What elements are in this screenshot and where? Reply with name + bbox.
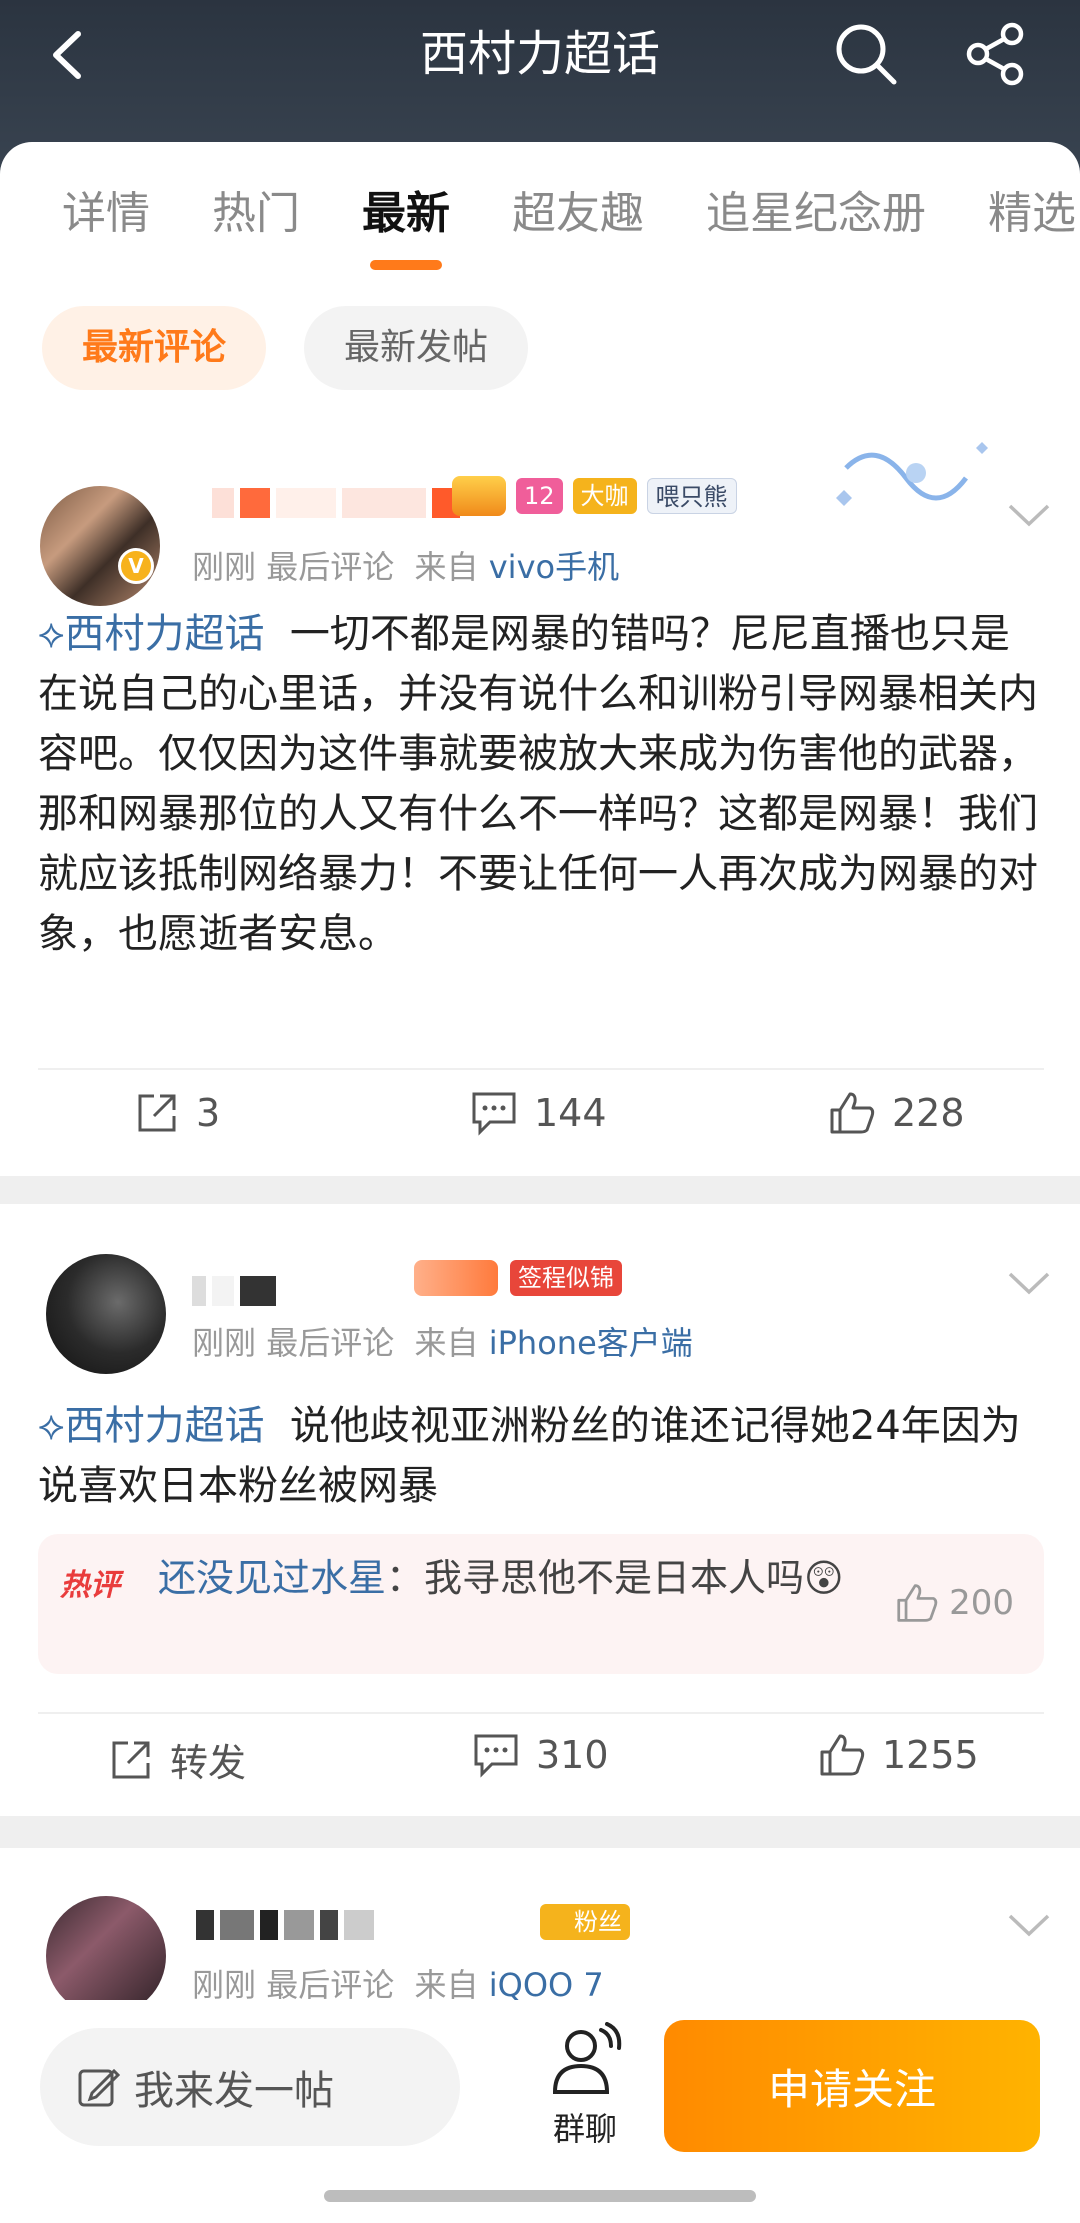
tab-album[interactable]: 追星纪念册 (706, 184, 926, 244)
tab-hot[interactable]: 热门 (212, 184, 300, 244)
tab-bar: 详情 热门 最新 超友趣 追星纪念册 精选 (62, 184, 1080, 244)
comment-icon (472, 1092, 516, 1136)
repost-label: 转发 (170, 1741, 247, 1785)
hot-comment-user[interactable]: 还没见过水星 (158, 1556, 386, 1600)
subtab-bar: 最新评论 最新发帖 (42, 306, 566, 390)
post-content: ⟡西村力超话 说他歧视亚洲粉丝的谁还记得她24年因为说喜欢日本粉丝被网暴 (38, 1396, 1048, 1516)
post-card[interactable]: 粉丝 刚刚 最后评论 来自 iQOO 7 (0, 1848, 1080, 2000)
page-title: 西村力超话 (419, 26, 660, 82)
source-label: vivo手机 (488, 548, 620, 586)
tab-details[interactable]: 详情 (62, 184, 150, 244)
edit-icon (78, 2068, 120, 2107)
post-content: ⟡西村力超话 一切不都是网暴的错吗？尼尼直播也只是在说自己的心里话，并没有说什么… (38, 604, 1048, 964)
like-count: 228 (892, 1091, 965, 1135)
topic-link[interactable]: ⟡西村力超话 (38, 611, 264, 657)
hot-like-count: 200 (949, 1583, 1014, 1623)
comment-button[interactable]: 144 (470, 1090, 607, 1136)
vip-badge: 大咖 (572, 478, 637, 514)
topic-icon: ⟡ (38, 611, 65, 657)
bottom-bar: 我来发一帖 群聊 申请关注 (0, 2000, 1080, 2223)
divider (38, 1712, 1044, 1714)
avatar[interactable] (46, 1254, 166, 1374)
like-button[interactable]: 1255 (818, 1732, 979, 1778)
repost-icon (112, 1741, 150, 1778)
like-button[interactable]: 228 (828, 1090, 965, 1136)
thumbs-up-icon (830, 1092, 875, 1134)
follow-button[interactable]: 申请关注 (664, 2020, 1040, 2152)
chevron-down-icon[interactable] (1004, 1268, 1054, 1298)
username-redacted (192, 1276, 276, 1310)
new-post-label: 我来发一帖 (134, 2068, 334, 2114)
latest-post-chip[interactable]: 最新发帖 (304, 306, 529, 390)
hot-comment[interactable]: 热评 还没见过水星：我寻思他不是日本人吗😲 200 (38, 1534, 1044, 1674)
chevron-down-icon[interactable] (1004, 1910, 1054, 1940)
repost-button[interactable]: 3 (134, 1090, 220, 1136)
username-redacted (212, 488, 460, 522)
comment-count: 310 (536, 1733, 609, 1777)
avatar[interactable] (40, 486, 160, 606)
post-card[interactable]: 签程似锦 刚刚 最后评论 来自 iPhone客户端 ⟡西村力超话 说他歧视亚洲粉… (0, 1204, 1080, 1816)
medal-icon (414, 1260, 498, 1296)
post-card[interactable]: V 12 大咖 喂只熊 刚刚 最后评论 来自 vivo手机 ⟡西村力超话 一切不… (0, 428, 1080, 1176)
hot-comment-like[interactable]: 200 (895, 1582, 1014, 1624)
hot-comment-text: 还没见过水星：我寻思他不是日本人吗😲 (158, 1556, 844, 1600)
post-actions: 转发 310 1255 (0, 1726, 1080, 1806)
repost-icon (138, 1094, 176, 1132)
post-text: 一切不都是网暴的错吗？尼尼直播也只是在说自己的心里话，并没有说什么和训粉引导网暴… (38, 611, 1038, 957)
share-icon[interactable] (960, 18, 1032, 90)
comment-count: 144 (534, 1091, 607, 1135)
tab-sheet: 详情 热门 最新 超友趣 追星纪念册 精选 最新评论 最新发帖 (0, 142, 1080, 428)
thumbs-up-icon (897, 1584, 938, 1622)
search-icon[interactable] (830, 18, 902, 90)
tab-latest[interactable]: 最新 (362, 184, 450, 244)
group-chat-button[interactable]: 群聊 (540, 2022, 630, 2150)
badge-row: 粉丝 (540, 1904, 630, 1940)
comment-icon (474, 1734, 518, 1778)
source-label: iPhone客户端 (488, 1324, 693, 1362)
post-meta: 刚刚 最后评论 来自 vivo手机 (192, 548, 620, 586)
repost-count: 3 (196, 1091, 221, 1135)
topic-link[interactable]: ⟡西村力超话 (38, 1403, 264, 1449)
post-meta: 刚刚 最后评论 来自 iPhone客户端 (192, 1324, 693, 1362)
post-actions: 3 144 228 (0, 1082, 1080, 1162)
tab-featured[interactable]: 精选 (988, 184, 1076, 244)
badge-row: 12 大咖 喂只熊 (452, 476, 737, 516)
username-redacted (196, 1910, 374, 1944)
divider (38, 1068, 1044, 1070)
post-meta: 刚刚 最后评论 来自 iQOO 7 (192, 1960, 604, 2000)
avatar[interactable] (46, 1896, 166, 2000)
new-post-button[interactable]: 我来发一帖 (40, 2028, 460, 2146)
badge-row: 签程似锦 (414, 1260, 622, 1296)
thumbs-up-icon (820, 1734, 865, 1776)
fan-badge: 喂只熊 (646, 478, 737, 514)
group-chat-label: 群聊 (552, 2110, 617, 2148)
group-chat-icon (552, 2022, 622, 2094)
fan-title-badge: 签程似锦 (510, 1260, 622, 1296)
level-badge: 12 (516, 478, 563, 514)
home-indicator (324, 2190, 756, 2202)
topic-icon: ⟡ (38, 1403, 65, 1449)
ribbon-decoration-icon (836, 442, 988, 506)
hot-comment-label: 热评 (60, 1568, 120, 1603)
comment-button[interactable]: 310 (472, 1732, 609, 1778)
like-count: 1255 (882, 1733, 979, 1777)
crown-icon (452, 476, 506, 516)
repost-button[interactable]: 转发 (108, 1732, 246, 1787)
latest-comment-chip[interactable]: 最新评论 (42, 306, 267, 390)
verified-badge: V (118, 548, 154, 584)
tab-fun[interactable]: 超友趣 (512, 184, 644, 244)
source-label: iQOO 7 (488, 1966, 604, 2000)
fan-badge: 粉丝 (540, 1904, 630, 1940)
chevron-down-icon[interactable] (1004, 500, 1054, 530)
